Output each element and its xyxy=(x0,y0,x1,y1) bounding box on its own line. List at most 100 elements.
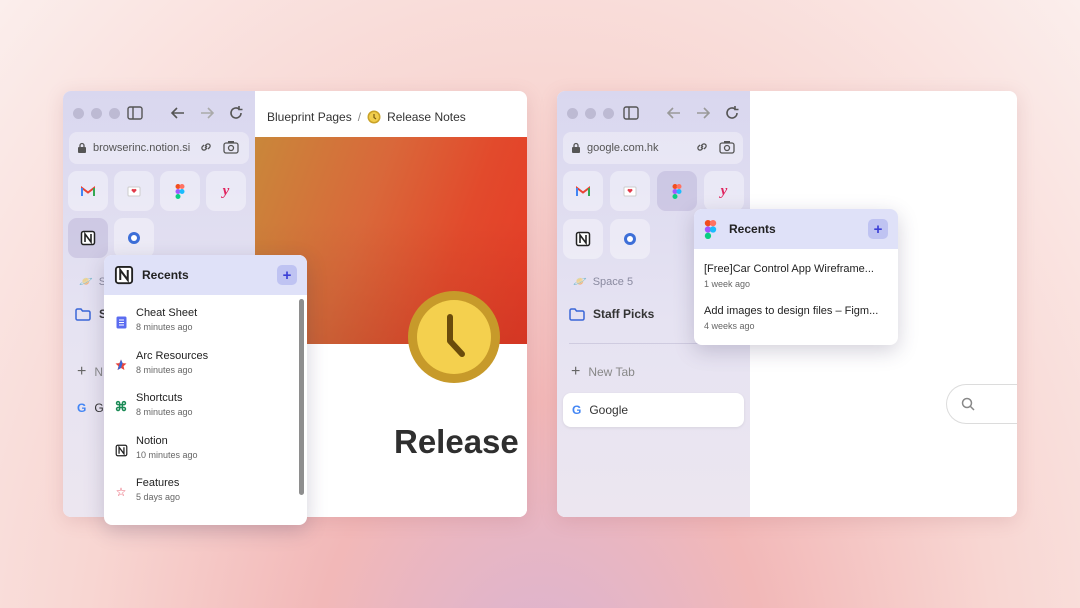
recents-header: Recents + xyxy=(104,255,307,295)
recent-time: 4 weeks ago xyxy=(704,321,755,331)
arc-star-icon xyxy=(114,358,128,372)
window-controls[interactable] xyxy=(567,108,614,119)
zoom-dot[interactable] xyxy=(603,108,614,119)
gmail-icon xyxy=(576,185,590,196)
tab-google[interactable]: G Google xyxy=(563,393,744,427)
folder-icon xyxy=(569,307,585,321)
space-label: 🪐 S xyxy=(79,275,106,289)
tab-label: G xyxy=(94,401,104,415)
page-title: Release xyxy=(394,423,519,460)
reload-icon[interactable] xyxy=(722,103,742,123)
recent-time: 8 minutes ago xyxy=(136,365,193,375)
star-outline-icon: ☆ xyxy=(115,485,127,499)
close-dot[interactable] xyxy=(73,108,84,119)
zoom-dot[interactable] xyxy=(109,108,120,119)
folder-item[interactable]: S xyxy=(75,307,107,321)
notion-icon xyxy=(80,230,96,246)
favorite-notion[interactable] xyxy=(68,218,108,258)
notion-icon xyxy=(575,231,591,247)
recent-item[interactable]: Notion 10 minutes ago xyxy=(114,435,198,460)
recent-time: 1 week ago xyxy=(704,279,751,289)
page-clock-icon xyxy=(408,291,500,383)
recent-time: 10 minutes ago xyxy=(136,450,198,460)
plus-icon: + xyxy=(77,363,87,380)
notion-icon xyxy=(114,265,134,285)
google-search-box[interactable] xyxy=(946,384,1017,424)
heart-mail-icon xyxy=(623,186,637,197)
sidebar-toggle-icon[interactable] xyxy=(125,103,145,123)
window-controls[interactable] xyxy=(73,108,120,119)
planet-icon: 🪐 xyxy=(573,276,587,288)
badge-icon xyxy=(128,232,140,244)
recent-title: Cheat Sheet xyxy=(136,307,198,319)
minimize-dot[interactable] xyxy=(585,108,596,119)
folder-label: Staff Picks xyxy=(593,307,655,321)
favorite-figma[interactable] xyxy=(160,171,200,211)
favorite-app[interactable] xyxy=(610,219,650,259)
gmail-icon xyxy=(81,185,95,196)
favorite-notion[interactable] xyxy=(563,219,603,259)
figma-icon xyxy=(672,183,682,199)
lock-icon xyxy=(572,142,580,153)
recents-title: Recents xyxy=(729,222,776,236)
notion-icon xyxy=(114,443,128,457)
breadcrumb-separator: / xyxy=(357,110,362,124)
figma-icon xyxy=(175,183,185,199)
favorite-gmail[interactable] xyxy=(563,171,603,211)
screenshot-icon[interactable] xyxy=(719,140,735,157)
copy-link-icon[interactable] xyxy=(695,140,709,157)
recent-item[interactable]: [Free]Car Control App Wireframe... 1 wee… xyxy=(704,263,890,289)
favorite-mail[interactable] xyxy=(610,171,650,211)
minimize-dot[interactable] xyxy=(91,108,102,119)
space-name: Space 5 xyxy=(592,275,634,288)
forward-arrow-icon[interactable] xyxy=(693,103,713,123)
favorite-gmail[interactable] xyxy=(68,171,108,211)
recent-time: 8 minutes ago xyxy=(136,407,193,417)
recent-item[interactable]: Arc Resources 8 minutes ago xyxy=(114,350,208,375)
google-icon: G xyxy=(77,401,87,415)
favorite-yahoo[interactable]: y xyxy=(704,171,744,211)
recent-time: 8 minutes ago xyxy=(136,322,193,332)
recent-item[interactable]: Cheat Sheet 8 minutes ago xyxy=(114,307,197,332)
new-tab-label: N xyxy=(94,365,104,379)
recent-item[interactable]: Add images to design files – Figm... 4 w… xyxy=(704,305,890,331)
tab-google[interactable]: G G xyxy=(77,401,104,415)
favorite-yahoo[interactable]: y xyxy=(206,171,246,211)
add-recent-button[interactable]: + xyxy=(868,219,888,239)
url-bar[interactable]: google.com.hk xyxy=(563,132,743,164)
favorite-mail[interactable] xyxy=(114,171,154,211)
folder-icon xyxy=(75,307,91,321)
new-tab-button[interactable]: + New Tab xyxy=(571,363,635,381)
screenshot-icon[interactable] xyxy=(223,140,239,157)
new-tab-button[interactable]: + N xyxy=(77,363,103,381)
folder-staff-picks[interactable]: Staff Picks xyxy=(569,307,654,321)
recent-title: Add images to design files – Figm... xyxy=(704,305,879,317)
favorite-app[interactable] xyxy=(114,218,154,258)
recent-title: [Free]Car Control App Wireframe... xyxy=(704,263,874,275)
back-arrow-icon[interactable] xyxy=(168,103,188,123)
add-recent-button[interactable]: + xyxy=(277,265,297,285)
planet-icon: 🪐 xyxy=(79,276,93,288)
recent-item[interactable]: ☆ Features 5 days ago xyxy=(114,477,180,502)
breadcrumb: Blueprint Pages / Release Notes xyxy=(267,110,466,124)
recent-title: Arc Resources xyxy=(136,350,209,362)
copy-link-icon[interactable] xyxy=(199,140,213,157)
recents-scrollbar[interactable] xyxy=(299,299,304,495)
url-bar[interactable]: browserinc.notion.si xyxy=(69,132,249,164)
breadcrumb-parent[interactable]: Blueprint Pages xyxy=(267,110,352,124)
space-label: 🪐 Space 5 xyxy=(573,275,634,289)
back-arrow-icon[interactable] xyxy=(664,103,684,123)
heart-mail-icon xyxy=(127,186,141,197)
breadcrumb-current[interactable]: Release Notes xyxy=(387,110,466,124)
favorite-figma[interactable] xyxy=(657,171,697,211)
search-icon xyxy=(961,397,975,411)
google-icon: G xyxy=(572,403,582,417)
recent-item[interactable]: ⌘ Shortcuts 8 minutes ago xyxy=(114,392,193,417)
close-dot[interactable] xyxy=(567,108,578,119)
recent-time: 5 days ago xyxy=(136,492,181,502)
forward-arrow-icon[interactable] xyxy=(197,103,217,123)
plus-icon: + xyxy=(571,363,581,380)
reload-icon[interactable] xyxy=(226,103,246,123)
sidebar-toggle-icon[interactable] xyxy=(621,103,641,123)
recents-popover: Recents + Cheat Sheet 8 minutes ago Arc R… xyxy=(104,255,307,525)
